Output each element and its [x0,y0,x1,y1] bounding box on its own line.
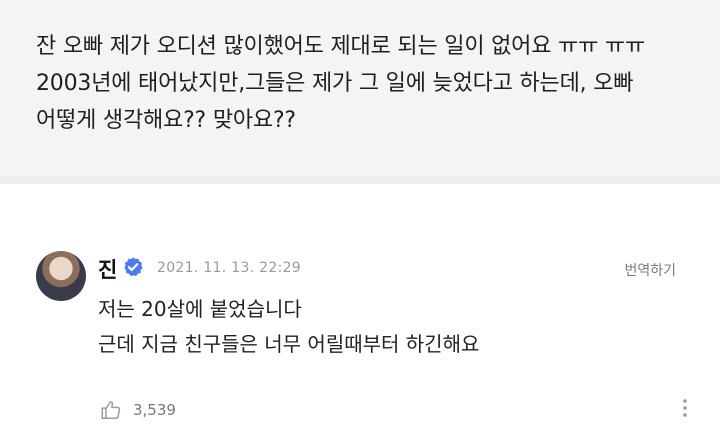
question-text: 잔 오빠 제가 오디션 많이했어도 제대로 되는 일이 없어요 ㅠㅠ ㅠㅠ 20… [36,34,646,133]
comment-line-2: 근데 지금 친구들은 너무 어릴때부터 하긴해요 [98,332,480,356]
question-panel: 잔 오빠 제가 오디션 많이했어도 제대로 되는 일이 없어요 ㅠㅠ ㅠㅠ 20… [0,0,720,177]
comment-date: 2021. 11. 13. 22:29 [157,260,302,276]
verified-badge-icon [124,257,143,277]
comment-line-1: 저는 20살에 붙었습니다 [98,297,302,321]
comment-card: 진 2021. 11. 13. 22:29 번역하기 저는 20살에 붙었습니다… [0,184,720,442]
section-divider [0,177,720,184]
like-count: 3,539 [133,401,176,419]
comment-body: 저는 20살에 붙었습니다 근데 지금 친구들은 너무 어릴때부터 하긴해요 [98,292,658,362]
author-name[interactable]: 진 [98,254,117,284]
thumbs-up-icon[interactable] [100,399,122,421]
more-vertical-icon[interactable] [680,396,690,420]
like-button[interactable]: 3,539 [100,398,176,422]
translate-button[interactable]: 번역하기 [624,260,676,280]
avatar[interactable] [36,251,86,301]
